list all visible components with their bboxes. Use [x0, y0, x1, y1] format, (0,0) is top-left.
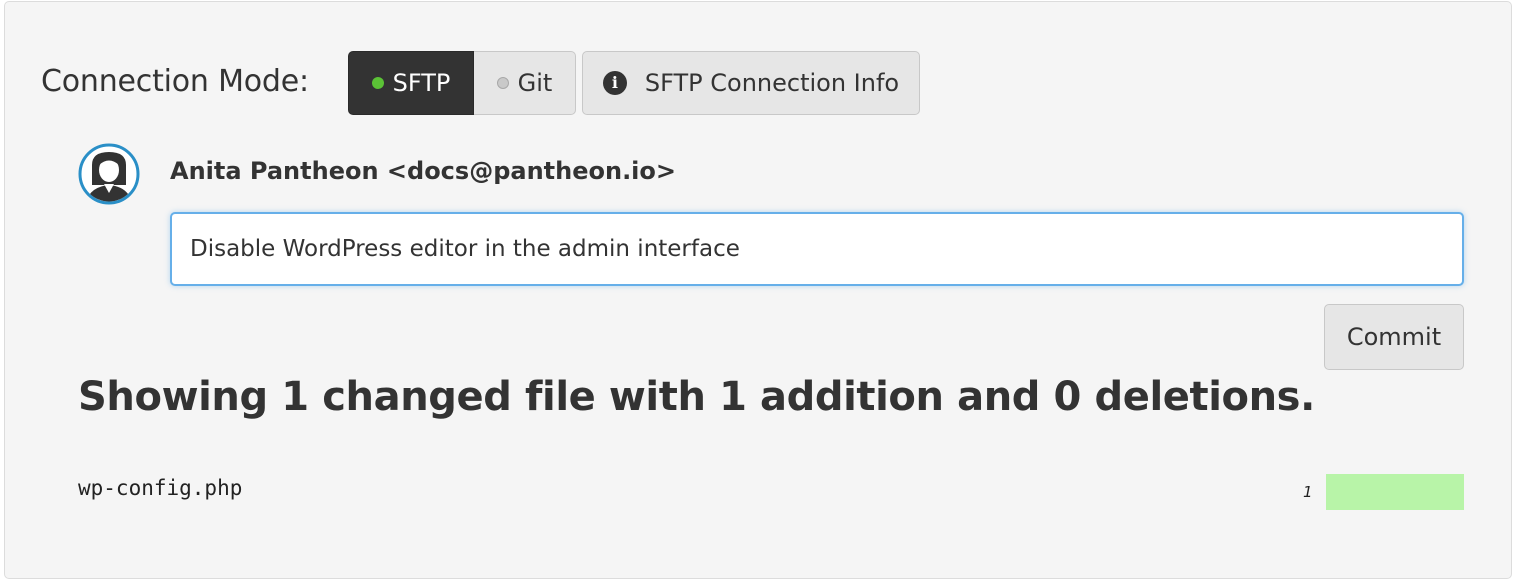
connection-mode-toggle: SFTP Git	[348, 51, 576, 115]
sftp-connection-info-button[interactable]: i SFTP Connection Info	[582, 51, 920, 115]
connection-mode-label: Connection Mode:	[41, 64, 309, 99]
commit-message-input[interactable]	[170, 212, 1464, 286]
info-circle-icon: i	[602, 71, 627, 95]
sftp-mode-button[interactable]: SFTP	[348, 51, 474, 115]
commit-author: Anita Pantheon <docs@pantheon.io>	[170, 157, 677, 185]
diff-summary: Showing 1 changed file with 1 addition a…	[78, 374, 1315, 420]
addition-count: 1	[1303, 483, 1313, 501]
commit-button[interactable]: Commit	[1324, 304, 1464, 370]
sftp-connection-info-label: SFTP Connection Info	[644, 69, 900, 97]
status-dot-icon	[496, 77, 509, 89]
user-avatar-icon	[78, 143, 140, 205]
sftp-mode-label: SFTP	[392, 69, 451, 97]
changed-file-name[interactable]: wp-config.php	[78, 476, 242, 500]
git-mode-label: Git	[517, 69, 553, 97]
dashboard-panel: Connection Mode: SFTP Git i SFTP Connect…	[4, 1, 1512, 579]
status-dot-icon	[371, 77, 384, 89]
git-mode-button[interactable]: Git	[474, 51, 576, 115]
addition-bar	[1326, 474, 1464, 510]
